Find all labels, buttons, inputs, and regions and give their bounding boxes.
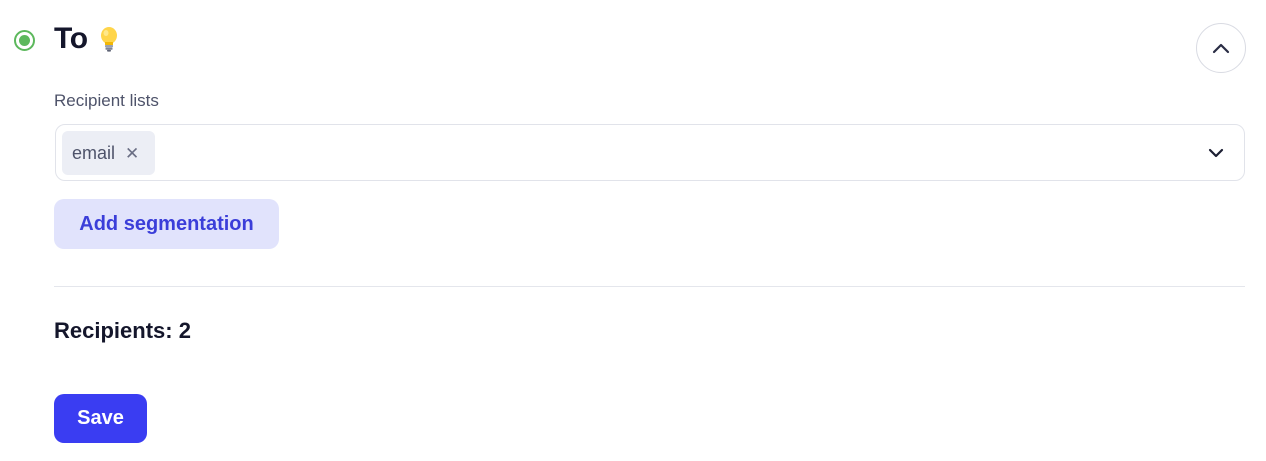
selected-list-chip: email ✕ — [62, 131, 156, 175]
add-segmentation-button[interactable]: Add segmentation — [54, 199, 279, 249]
lightbulb-icon — [100, 27, 117, 52]
recipient-lists-label: Recipient lists — [54, 91, 159, 110]
save-button[interactable]: Save — [54, 394, 147, 443]
radio-active-icon — [14, 30, 35, 51]
section-divider — [54, 286, 1245, 287]
close-icon[interactable]: ✕ — [125, 145, 139, 162]
recipients-count: Recipients: 2 — [54, 318, 191, 343]
recipient-lists-select[interactable]: email ✕ — [55, 124, 1245, 181]
chevron-down-icon[interactable] — [1208, 145, 1224, 161]
chip-label: email — [72, 142, 116, 163]
section-title: To — [54, 22, 88, 55]
section-header: To — [54, 22, 120, 56]
recipients-section: To Recipient lists email ✕ Add segmentat… — [0, 0, 1266, 461]
collapse-button[interactable] — [1196, 23, 1246, 73]
status-dot-inner — [19, 35, 30, 46]
chevron-up-icon — [1212, 43, 1230, 54]
